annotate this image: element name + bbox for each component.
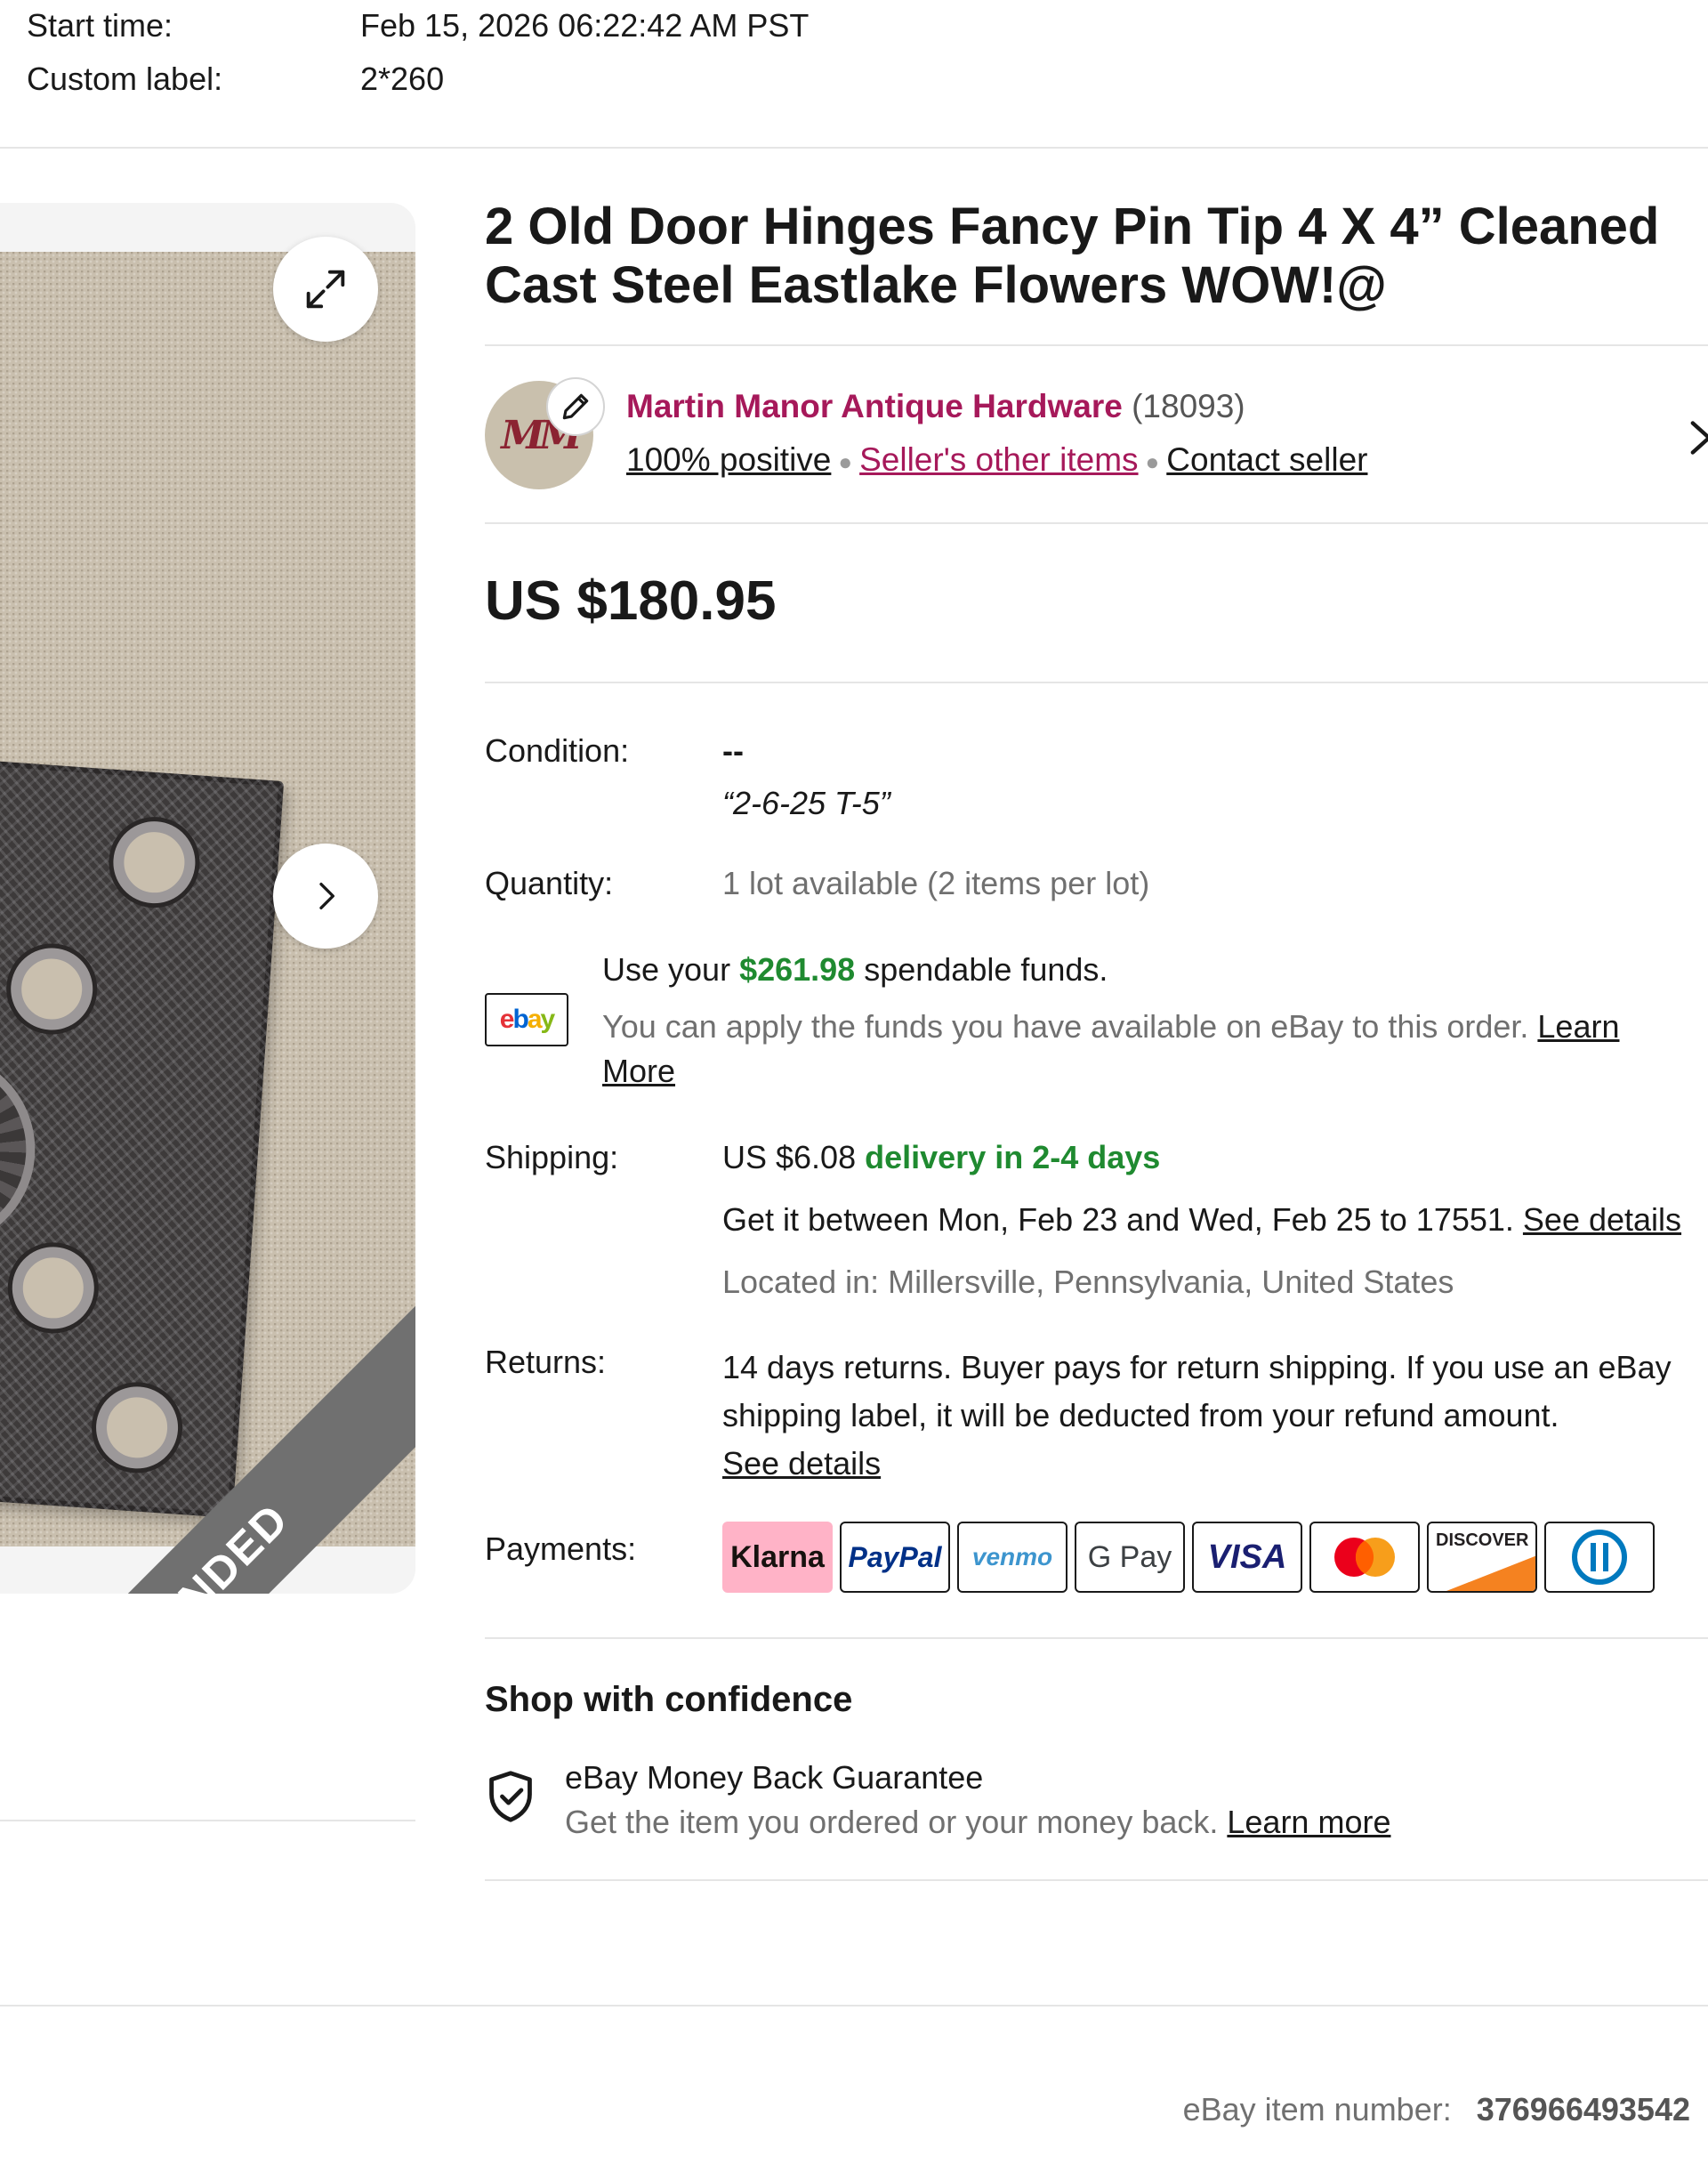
seller-feedback-count: (18093) [1132,388,1245,424]
money-back-guarantee-title: eBay Money Back Guarantee [565,1759,984,1796]
venmo-icon: venmo [957,1522,1068,1593]
funds-amount: $261.98 [739,951,856,988]
condition-value: -- [722,732,744,769]
item-number: eBay item number: 376966493542 [1183,2091,1690,2128]
divider [0,1820,415,1821]
seller-links: 100% positive ● Seller's other items ● Conta… [626,441,1368,478]
shield-check-icon [485,1769,536,1829]
seller-chevron-button[interactable] [1688,418,1708,462]
guarantee-learn-more-link[interactable]: Learn more [1227,1804,1390,1840]
shipping-estimate: Get it between Mon, Feb 23 and Wed, Feb … [722,1201,1682,1238]
seller-other-items-link[interactable]: Seller's other items [859,441,1138,478]
divider [0,147,1708,149]
diners-club-icon-graphic [1572,1530,1627,1585]
seller-name[interactable]: Martin Manor Antique Hardware [626,388,1123,424]
diners-club-icon [1544,1522,1655,1593]
hinge-illustration [0,759,285,1519]
item-title-line: Cast Steel Eastlake Flowers WOW!@ [485,256,1387,314]
item-title-line: 2 Old Door Hinges Fancy Pin Tip 4 X 4” C… [485,198,1660,255]
contact-seller-link[interactable]: Contact seller [1166,441,1367,478]
payment-methods: Klarna PayPal venmo G Pay VISA DISCOVER [722,1522,1655,1593]
ebay-logo: ebay [485,993,568,1046]
item-price: US $180.95 [485,570,777,632]
item-title: 2 Old Door Hinges Fancy Pin Tip 4 X 4” C… [485,198,1704,315]
klarna-icon: Klarna [722,1522,833,1593]
expand-icon [306,270,345,309]
mastercard-icon [1309,1522,1420,1593]
funds-line: Use your $261.98 spendable funds. [602,951,1108,988]
discover-icon: DISCOVER [1427,1522,1537,1593]
visa-icon: VISA [1192,1522,1302,1593]
chevron-right-icon [319,883,334,909]
divider [485,682,1708,683]
custom-label-label: Custom label: [27,61,223,97]
image-gallery[interactable]: ENDED [0,203,415,1594]
shipping-cost: US $6.08 [722,1139,857,1175]
money-back-guarantee-text: Get the item you ordered or your money b… [565,1804,1391,1840]
custom-label-value: 2*260 [360,61,445,97]
item-location: Located in: Millersville, Pennsylvania, … [722,1264,1454,1300]
chevron-right-icon [1690,421,1708,455]
positive-feedback-link[interactable]: 100% positive [626,441,831,478]
start-time-label: Start time: [27,7,173,44]
divider [0,2005,1708,2007]
delivery-speed: delivery in 2-4 days [865,1139,1161,1175]
payments-label: Payments: [485,1530,637,1567]
expand-button[interactable] [273,237,378,342]
condition-label: Condition: [485,732,630,769]
divider [485,344,1708,346]
quantity-value: 1 lot available (2 items per lot) [722,865,1150,901]
funds-description: You can apply the funds you have availab… [602,1008,1620,1089]
mastercard-icon-graphic [1334,1538,1395,1577]
shipping-see-details-link[interactable]: See details [1523,1201,1681,1238]
pencil-icon [562,393,589,420]
start-time-value: Feb 15, 2026 06:22:42 AM PST [360,7,810,44]
item-number-label: eBay item number: [1182,2091,1452,2128]
item-number-value: 376966493542 [1476,2091,1690,2128]
edit-button[interactable] [546,377,605,436]
divider [485,522,1708,524]
funds-learn-link[interactable]: Learn [1537,1008,1619,1045]
seller-name-row[interactable]: Martin Manor Antique Hardware (18093) [626,388,1245,425]
divider [485,1879,1708,1881]
quantity-label: Quantity: [485,865,614,901]
returns-policy: 14 days returns. Buyer pays for return s… [722,1349,1672,1482]
returns-label: Returns: [485,1344,607,1380]
returns-see-details-link[interactable]: See details [722,1445,881,1482]
next-image-button[interactable] [273,844,378,949]
google-pay-icon: G Pay [1075,1522,1185,1593]
paypal-icon: PayPal [840,1522,950,1593]
condition-note: “2-6-25 T-5” [722,785,890,821]
shop-with-confidence-heading: Shop with confidence [485,1680,853,1719]
shipping-cost-row: US $6.08 delivery in 2-4 days [722,1139,1160,1176]
funds-more-link[interactable]: More [602,1053,675,1089]
shipping-label: Shipping: [485,1139,619,1175]
divider [485,1637,1708,1639]
